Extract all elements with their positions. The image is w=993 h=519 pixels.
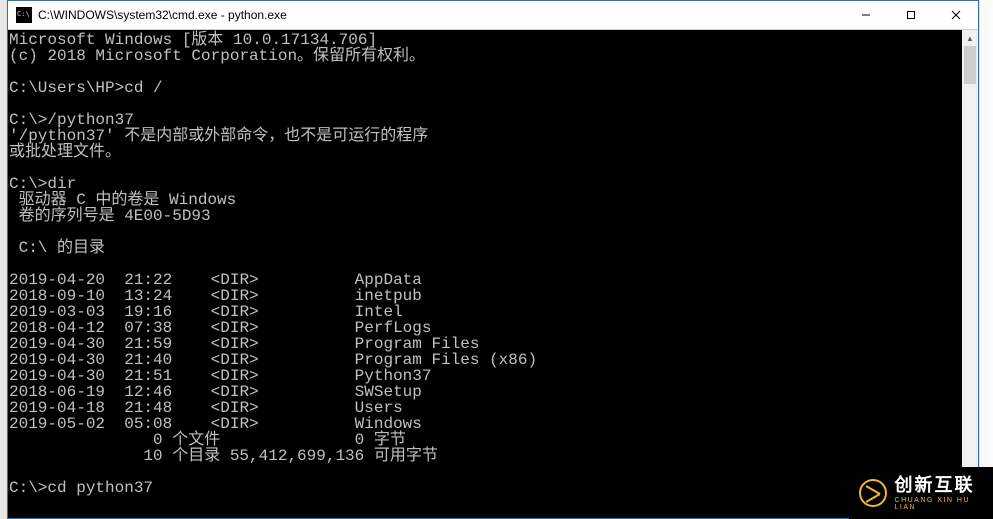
close-icon (951, 10, 961, 20)
background-panel (979, 0, 993, 519)
maximize-button[interactable] (888, 1, 933, 29)
watermark-en: CHUANG XIN HU LIAN (895, 497, 993, 511)
maximize-icon (906, 10, 916, 20)
scroll-thumb[interactable] (964, 46, 976, 84)
window-title: C:\WINDOWS\system32\cmd.exe - python.exe (38, 8, 843, 22)
watermark-cn: 创新互联 (895, 476, 993, 494)
watermark-text: 创新互联 CHUANG XIN HU LIAN (895, 476, 993, 511)
watermark-logo-icon (859, 479, 887, 507)
close-button[interactable] (933, 1, 978, 29)
minimize-button[interactable] (843, 1, 888, 29)
scroll-up-button[interactable]: ▲ (962, 30, 978, 46)
terminal-output[interactable]: Microsoft Windows [版本 10.0.17134.706] (c… (8, 30, 962, 518)
minimize-icon (861, 10, 871, 20)
titlebar[interactable]: C:\WINDOWS\system32\cmd.exe - python.exe (8, 1, 978, 30)
cmd-icon (16, 7, 32, 23)
watermark: 创新互联 CHUANG XIN HU LIAN (849, 467, 993, 519)
cmd-window: C:\WINDOWS\system32\cmd.exe - python.exe… (7, 0, 979, 519)
window-controls (843, 1, 978, 29)
terminal-area: Microsoft Windows [版本 10.0.17134.706] (c… (8, 30, 978, 518)
scrollbar[interactable]: ▲ ▼ (962, 30, 978, 518)
